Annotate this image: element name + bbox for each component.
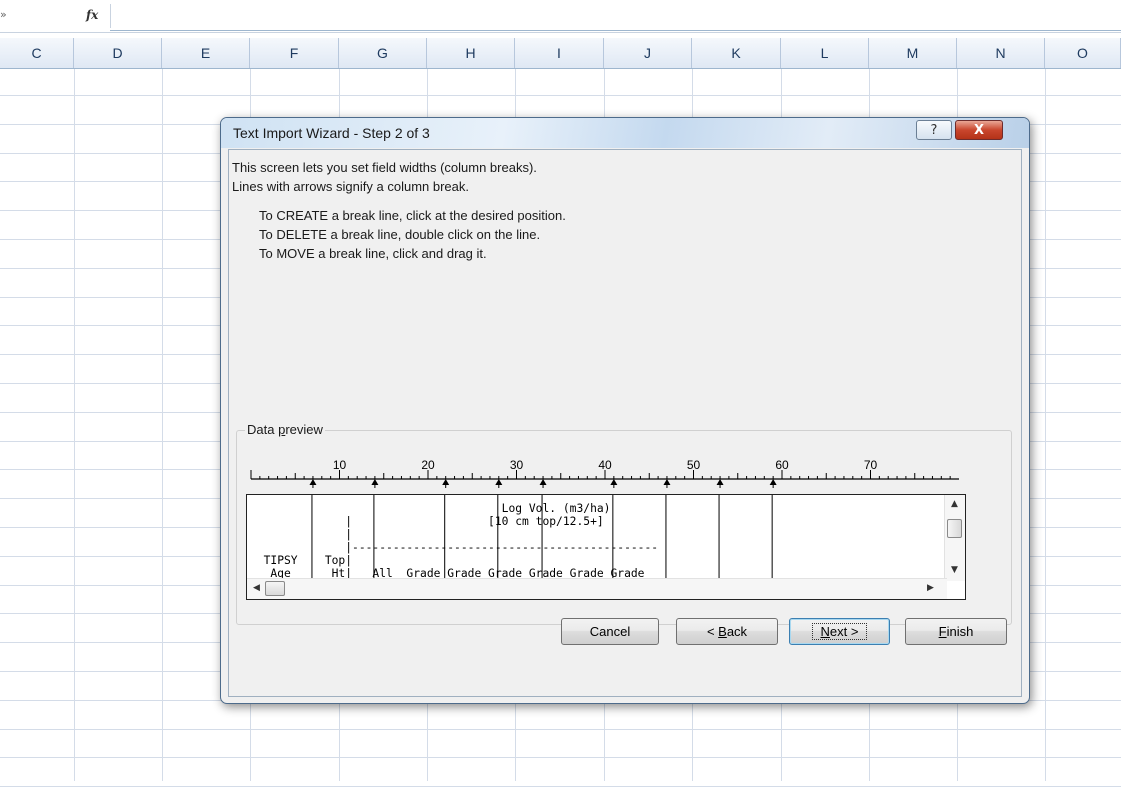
cancel-button[interactable]: Cancel (561, 618, 659, 645)
ruler-label: 40 (598, 458, 612, 472)
grid-column-line (162, 69, 163, 781)
formula-input[interactable] (110, 30, 1121, 31)
dialog-body: This screen lets you set field widths (c… (228, 149, 1022, 697)
column-header-f[interactable]: F (250, 38, 339, 68)
instruction-delete: To DELETE a break line, double click on … (259, 227, 541, 242)
grid-row-line (0, 757, 1121, 758)
grid-row-line (0, 729, 1121, 730)
ruler-label: 60 (775, 458, 789, 472)
column-header-o[interactable]: O (1045, 38, 1121, 68)
preview-vertical-scrollbar[interactable]: ▲ ▼ (944, 495, 965, 581)
column-header-i[interactable]: I (515, 38, 604, 68)
column-header-k[interactable]: K (692, 38, 781, 68)
ruler-label: 10 (333, 458, 347, 472)
column-header-h[interactable]: H (427, 38, 515, 68)
formula-bar: » fx (0, 0, 1121, 33)
back-button[interactable]: < Back (676, 618, 778, 645)
column-header-row: C D E F G H I J K L M N O (0, 38, 1121, 69)
text-import-wizard-dialog: Text Import Wizard - Step 2 of 3 ? X Thi… (220, 117, 1030, 704)
help-button[interactable]: ? (916, 120, 952, 140)
preview-horizontal-scrollbar[interactable]: ◀ ▶ (247, 578, 947, 599)
column-header-g[interactable]: G (339, 38, 427, 68)
column-header-d[interactable]: D (74, 38, 162, 68)
name-box-edge[interactable]: » (0, 8, 7, 21)
instruction-create: To CREATE a break line, click at the des… (259, 208, 566, 223)
finish-button[interactable]: Finish (905, 618, 1007, 645)
column-header-e[interactable]: E (162, 38, 250, 68)
horizontal-scroll-thumb[interactable] (265, 581, 285, 596)
intro-text-line2: Lines with arrows signify a column break… (232, 179, 469, 194)
column-ruler[interactable]: 10 20 30 40 50 60 70 (247, 458, 959, 488)
grid-row-line (0, 95, 1121, 96)
vertical-scroll-thumb[interactable] (947, 519, 962, 538)
column-header-m[interactable]: M (869, 38, 957, 68)
column-header-c[interactable]: C (0, 38, 74, 68)
close-button[interactable]: X (955, 120, 1003, 140)
dialog-title: Text Import Wizard - Step 2 of 3 (233, 125, 430, 141)
grid-column-line (74, 69, 75, 781)
scroll-up-arrow-icon[interactable]: ▲ (951, 499, 958, 509)
scroll-left-arrow-icon[interactable]: ◀ (253, 583, 260, 593)
insert-function-icon[interactable]: fx (86, 8, 98, 22)
scroll-right-arrow-icon[interactable]: ▶ (927, 583, 934, 593)
instruction-move: To MOVE a break line, click and drag it. (259, 246, 487, 261)
data-preview-label: Data preview (245, 422, 325, 437)
ruler-label: 30 (510, 458, 524, 472)
intro-text-line1: This screen lets you set field widths (c… (232, 160, 537, 175)
ruler-label: 20 (421, 458, 435, 472)
column-header-j[interactable]: J (604, 38, 692, 68)
ruler-label: 70 (864, 458, 878, 472)
scroll-down-arrow-icon[interactable]: ▼ (951, 565, 958, 575)
formula-bar-separator (110, 4, 111, 28)
data-preview-box[interactable]: Log Vol. (m3/ha) | [10 cm top/12.5+] | |… (246, 494, 966, 600)
break-lines-overlay (311, 495, 773, 581)
ruler-label: 50 (687, 458, 701, 472)
dialog-titlebar[interactable]: Text Import Wizard - Step 2 of 3 ? X (221, 118, 1029, 148)
column-header-l[interactable]: L (781, 38, 869, 68)
next-button[interactable]: Next > (789, 618, 890, 645)
grid-column-line (1045, 69, 1046, 781)
column-header-n[interactable]: N (957, 38, 1045, 68)
